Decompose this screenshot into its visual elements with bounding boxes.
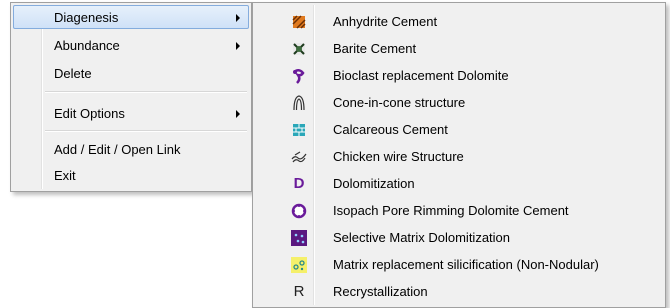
- submenu-arrow-icon: [236, 14, 240, 22]
- submenu-item-label: Dolomitization: [333, 176, 415, 191]
- submenu-arrow-icon: [236, 42, 240, 50]
- submenu-item-bioclast-replacement-dolomite[interactable]: Bioclast replacement Dolomite: [255, 63, 663, 89]
- submenu-item-barite-cement[interactable]: Barite Cement: [255, 36, 663, 62]
- submenu-item-label: Selective Matrix Dolomitization: [333, 230, 511, 245]
- submenu-item-cone-in-cone-structure[interactable]: Cone-in-cone structure: [255, 90, 663, 116]
- submenu-item-matrix-replacement-silicification[interactable]: Matrix replacement silicification (Non-N…: [255, 252, 663, 278]
- menu-item-diagenesis[interactable]: Diagenesis: [13, 5, 249, 29]
- menu-item-exit[interactable]: Exit: [13, 163, 249, 187]
- submenu-item-label: Recrystallization: [333, 284, 428, 299]
- matrix-silicification-icon: [291, 257, 307, 273]
- submenu-item-label: Anhydrite Cement: [333, 14, 438, 29]
- submenu-item-label: Bioclast replacement Dolomite: [333, 68, 509, 83]
- recrystallization-icon: R: [293, 283, 305, 300]
- submenu-item-label: Cone-in-cone structure: [333, 95, 466, 110]
- submenu-item-label: Chicken wire Structure: [333, 149, 464, 164]
- submenu-item-chicken-wire-structure[interactable]: Chicken wire Structure: [255, 144, 663, 170]
- submenu-item-label: Calcareous Cement: [333, 122, 448, 137]
- submenu-item-label: Isopach Pore Rimming Dolomite Cement: [333, 203, 569, 218]
- barite-cement-icon: [291, 41, 307, 57]
- context-menu: Diagenesis Abundance Delete Edit Options…: [10, 2, 252, 192]
- cone-in-cone-icon: [291, 95, 307, 111]
- menu-item-label: Exit: [54, 168, 76, 183]
- menu-separator: [45, 91, 247, 93]
- submenu-item-calcareous-cement[interactable]: Calcareous Cement: [255, 117, 663, 143]
- submenu-item-label: Matrix replacement silicification (Non-N…: [333, 257, 599, 272]
- menu-item-abundance[interactable]: Abundance: [13, 33, 249, 57]
- diagenesis-submenu: Anhydrite Cement Barite Cement Bioclast …: [252, 2, 666, 308]
- menu-item-add-edit-open-link[interactable]: Add / Edit / Open Link: [13, 137, 249, 161]
- menu-item-label: Abundance: [54, 38, 120, 53]
- chicken-wire-icon: [291, 149, 307, 165]
- submenu-item-selective-matrix-dolomitization[interactable]: Selective Matrix Dolomitization: [255, 225, 663, 251]
- menu-item-label: Add / Edit / Open Link: [54, 142, 181, 157]
- calcareous-cement-icon: [291, 122, 307, 138]
- dolomitization-icon: D: [293, 175, 305, 192]
- bioclast-dolomite-icon: [291, 68, 307, 84]
- submenu-item-recrystallization[interactable]: R Recrystallization: [255, 279, 663, 305]
- submenu-item-label: Barite Cement: [333, 41, 417, 56]
- submenu-item-dolomitization[interactable]: D Dolomitization: [255, 171, 663, 197]
- menu-separator: [45, 130, 247, 132]
- submenu-arrow-icon: [236, 110, 240, 118]
- menu-item-edit-options[interactable]: Edit Options: [13, 101, 249, 125]
- anhydrite-cement-icon: [291, 14, 307, 30]
- isopach-pore-icon: [291, 203, 307, 219]
- submenu-item-anhydrite-cement[interactable]: Anhydrite Cement: [255, 9, 663, 35]
- menu-item-label: Edit Options: [54, 106, 125, 121]
- submenu-item-isopach-pore-rimming-dolomite-cement[interactable]: Isopach Pore Rimming Dolomite Cement: [255, 198, 663, 224]
- menu-item-label: Diagenesis: [54, 10, 119, 25]
- menu-item-delete[interactable]: Delete: [13, 61, 249, 85]
- selective-matrix-icon: [291, 230, 307, 246]
- menu-item-label: Delete: [54, 66, 92, 81]
